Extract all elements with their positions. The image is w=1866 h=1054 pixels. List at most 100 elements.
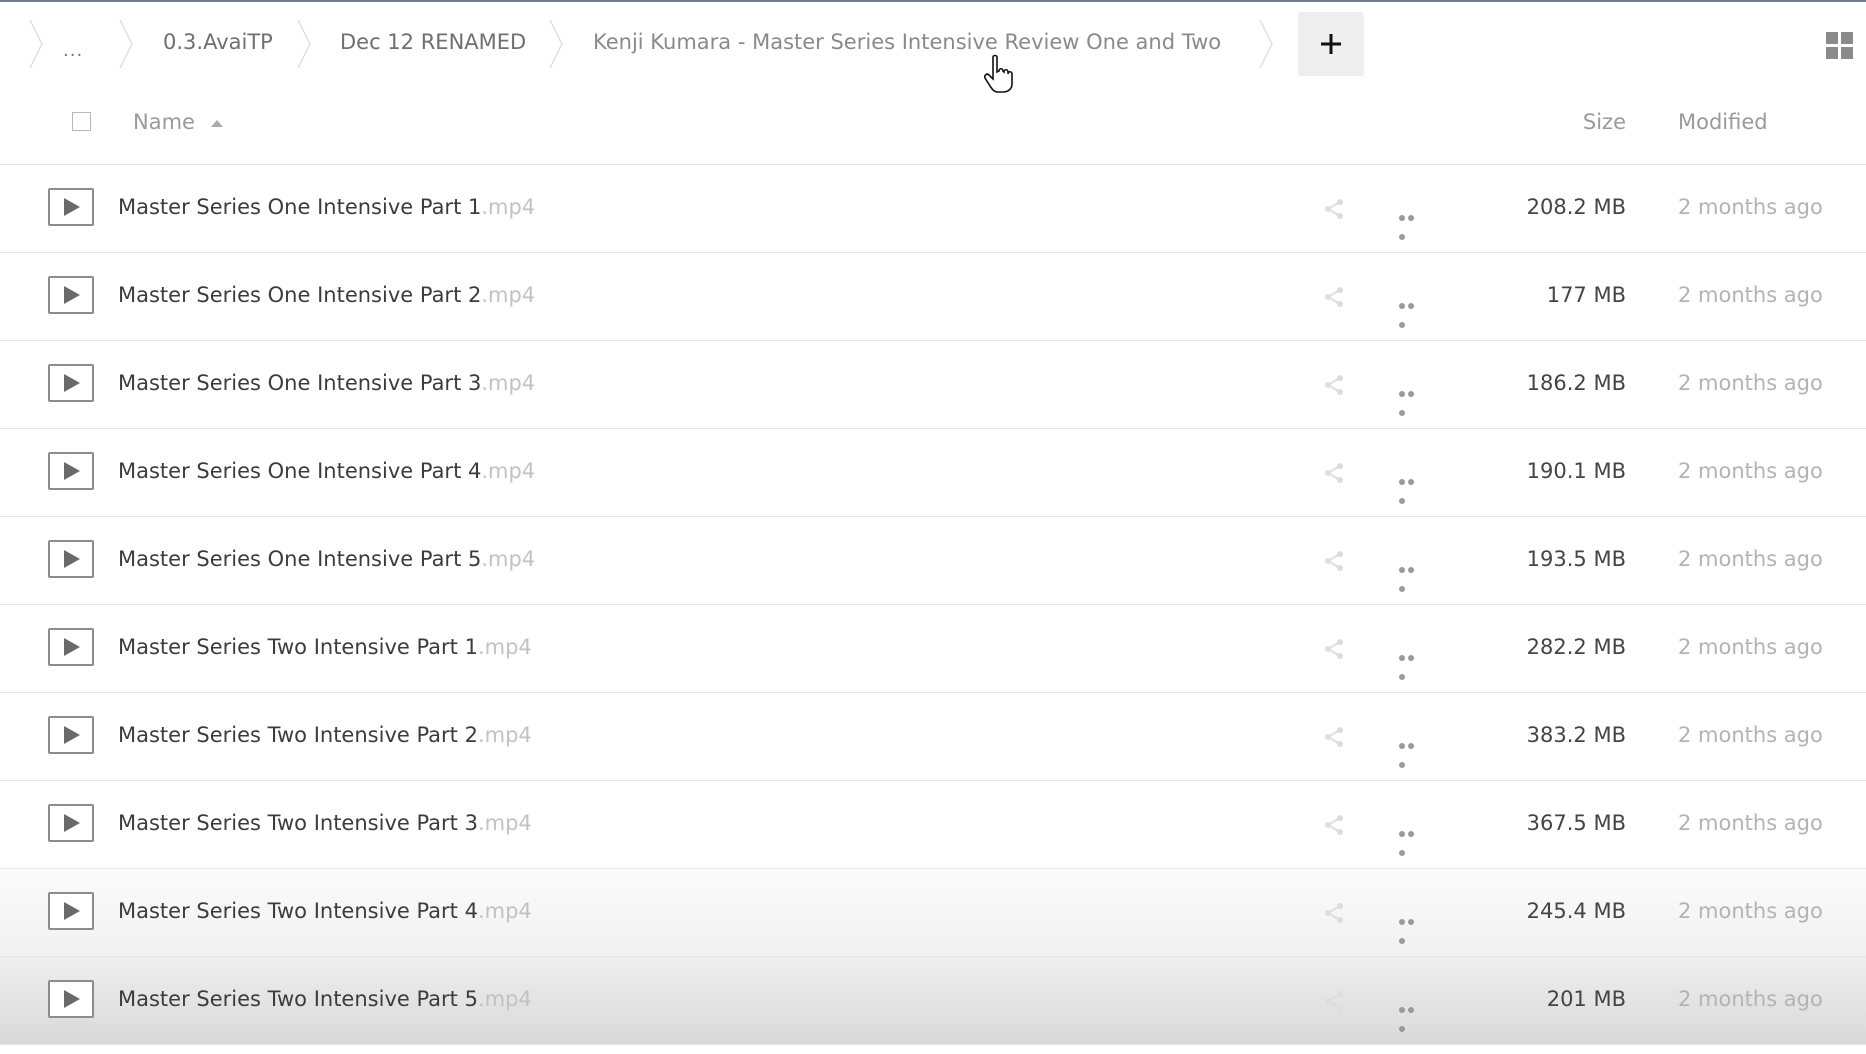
file-name[interactable]: Master Series One Intensive Part 2.mp4: [118, 283, 535, 307]
file-size: 282.2 MB: [1526, 635, 1626, 659]
more-options-icon[interactable]: [1399, 646, 1425, 680]
share-icon[interactable]: [1322, 549, 1346, 573]
file-extension: .mp4: [477, 723, 532, 747]
video-file-icon: [48, 980, 94, 1018]
file-size: 201 MB: [1546, 987, 1626, 1011]
file-row[interactable]: Master Series Two Intensive Part 1.mp4 2…: [0, 605, 1866, 693]
more-options-icon[interactable]: [1399, 998, 1425, 1032]
column-header-name[interactable]: Name: [133, 110, 195, 134]
video-file-icon: [48, 628, 94, 666]
breadcrumb-separator-icon: [119, 19, 133, 69]
video-file-icon: [48, 276, 94, 314]
share-icon[interactable]: [1322, 373, 1346, 397]
grid-view-icon[interactable]: [1826, 32, 1853, 59]
file-extension: .mp4: [481, 283, 536, 307]
more-options-icon[interactable]: [1399, 822, 1425, 856]
file-name[interactable]: Master Series One Intensive Part 4.mp4: [118, 459, 535, 483]
select-all-checkbox[interactable]: [72, 112, 91, 131]
video-file-icon: [48, 364, 94, 402]
file-size: 186.2 MB: [1526, 371, 1626, 395]
file-name[interactable]: Master Series Two Intensive Part 5.mp4: [118, 987, 532, 1011]
file-modified: 2 months ago: [1678, 635, 1823, 659]
more-options-icon[interactable]: [1399, 470, 1425, 504]
file-extension: .mp4: [481, 459, 536, 483]
file-modified: 2 months ago: [1678, 811, 1823, 835]
more-options-icon[interactable]: [1399, 910, 1425, 944]
file-modified: 2 months ago: [1678, 547, 1823, 571]
breadcrumb-item-dec12[interactable]: Dec 12 RENAMED: [340, 30, 526, 54]
file-row[interactable]: Master Series One Intensive Part 3.mp4 1…: [0, 341, 1866, 429]
top-border: [0, 0, 1866, 2]
hand-cursor-icon: [984, 54, 1013, 93]
more-options-icon[interactable]: [1399, 294, 1425, 328]
share-icon[interactable]: [1322, 901, 1346, 925]
file-size: 177 MB: [1546, 283, 1626, 307]
video-file-icon: [48, 452, 94, 490]
plus-icon: [1321, 34, 1341, 54]
video-file-icon: [48, 716, 94, 754]
file-extension: .mp4: [481, 547, 536, 571]
file-size: 190.1 MB: [1526, 459, 1626, 483]
breadcrumb-item-avaitp[interactable]: 0.3.AvaiTP: [163, 30, 273, 54]
video-file-icon: [48, 188, 94, 226]
breadcrumb-item-root[interactable]: ...: [63, 40, 83, 61]
video-file-icon: [48, 804, 94, 842]
file-row[interactable]: Master Series One Intensive Part 5.mp4 1…: [0, 517, 1866, 605]
file-modified: 2 months ago: [1678, 371, 1823, 395]
file-modified: 2 months ago: [1678, 459, 1823, 483]
share-icon[interactable]: [1322, 461, 1346, 485]
breadcrumb-separator-icon: [549, 19, 563, 69]
file-extension: .mp4: [481, 195, 536, 219]
breadcrumb-separator-icon: [297, 19, 311, 69]
file-size: 245.4 MB: [1526, 899, 1626, 923]
video-file-icon: [48, 540, 94, 578]
share-icon[interactable]: [1322, 989, 1346, 1013]
share-icon[interactable]: [1322, 637, 1346, 661]
breadcrumb: ... 0.3.AvaiTP Dec 12 RENAMED Kenji Kuma…: [0, 4, 1866, 80]
file-size: 193.5 MB: [1526, 547, 1626, 571]
file-name[interactable]: Master Series Two Intensive Part 4.mp4: [118, 899, 532, 923]
file-row[interactable]: Master Series Two Intensive Part 5.mp4 2…: [0, 957, 1866, 1045]
file-row[interactable]: Master Series Two Intensive Part 3.mp4 3…: [0, 781, 1866, 869]
file-name[interactable]: Master Series Two Intensive Part 1.mp4: [118, 635, 532, 659]
file-name[interactable]: Master Series One Intensive Part 1.mp4: [118, 195, 535, 219]
file-extension: .mp4: [477, 899, 532, 923]
share-icon[interactable]: [1322, 725, 1346, 749]
file-list-header: Name Size Modified: [0, 90, 1866, 165]
file-extension: .mp4: [477, 635, 532, 659]
file-extension: .mp4: [477, 811, 532, 835]
breadcrumb-item-current[interactable]: Kenji Kumara - Master Series Intensive R…: [593, 30, 1221, 54]
file-row[interactable]: Master Series One Intensive Part 1.mp4 2…: [0, 165, 1866, 253]
file-row[interactable]: Master Series One Intensive Part 4.mp4 1…: [0, 429, 1866, 517]
column-header-size[interactable]: Size: [1583, 110, 1626, 134]
file-row[interactable]: Master Series Two Intensive Part 2.mp4 3…: [0, 693, 1866, 781]
add-button[interactable]: [1298, 12, 1364, 76]
more-options-icon[interactable]: [1399, 206, 1425, 240]
share-icon[interactable]: [1322, 197, 1346, 221]
file-row[interactable]: Master Series Two Intensive Part 4.mp4 2…: [0, 869, 1866, 957]
file-size: 367.5 MB: [1526, 811, 1626, 835]
file-size: 208.2 MB: [1526, 195, 1626, 219]
file-extension: .mp4: [477, 987, 532, 1011]
file-modified: 2 months ago: [1678, 283, 1823, 307]
file-row[interactable]: Master Series One Intensive Part 2.mp4 1…: [0, 253, 1866, 341]
file-modified: 2 months ago: [1678, 987, 1823, 1011]
share-icon[interactable]: [1322, 285, 1346, 309]
more-options-icon[interactable]: [1399, 382, 1425, 416]
more-options-icon[interactable]: [1399, 558, 1425, 592]
breadcrumb-separator-icon: [29, 19, 43, 69]
file-list: Master Series One Intensive Part 1.mp4 2…: [0, 165, 1866, 1045]
file-extension: .mp4: [481, 371, 536, 395]
file-name[interactable]: Master Series Two Intensive Part 3.mp4: [118, 811, 532, 835]
more-options-icon[interactable]: [1399, 734, 1425, 768]
share-icon[interactable]: [1322, 813, 1346, 837]
video-file-icon: [48, 892, 94, 930]
file-name[interactable]: Master Series Two Intensive Part 2.mp4: [118, 723, 532, 747]
file-size: 383.2 MB: [1526, 723, 1626, 747]
file-modified: 2 months ago: [1678, 899, 1823, 923]
column-header-modified[interactable]: Modified: [1678, 110, 1768, 134]
file-name[interactable]: Master Series One Intensive Part 3.mp4: [118, 371, 535, 395]
file-modified: 2 months ago: [1678, 723, 1823, 747]
file-modified: 2 months ago: [1678, 195, 1823, 219]
file-name[interactable]: Master Series One Intensive Part 5.mp4: [118, 547, 535, 571]
